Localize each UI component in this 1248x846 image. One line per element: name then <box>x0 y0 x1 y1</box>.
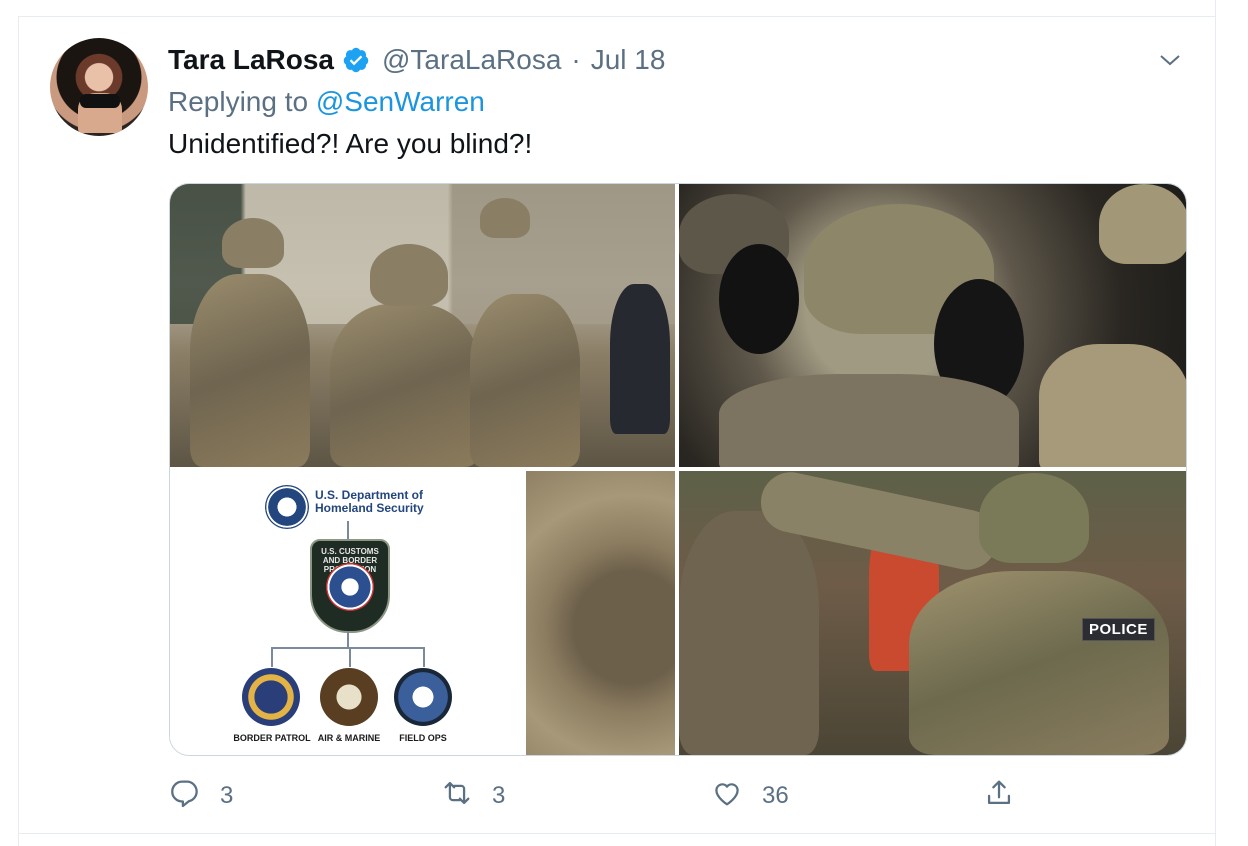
chart-connector <box>347 631 349 647</box>
share-icon <box>982 776 1016 817</box>
tweet-top-border <box>18 16 1216 17</box>
chart-connector <box>271 647 273 667</box>
reply-button[interactable]: 3 <box>168 776 233 816</box>
field-ops-patch-icon <box>394 668 452 726</box>
media-photo-agent-pointing[interactable]: POLICE <box>679 471 1186 755</box>
tweet-date[interactable]: Jul 18 <box>591 44 666 76</box>
photo-figure <box>1039 344 1186 467</box>
photo-figure <box>330 304 480 467</box>
chart-connector <box>271 647 425 649</box>
header-separator: · <box>571 44 581 75</box>
tweet-text: Unidentified?! Are you blind?! <box>168 128 533 159</box>
photo-figure <box>679 511 819 755</box>
like-count: 36 <box>762 782 789 809</box>
author-name[interactable]: Tara LaRosa <box>168 44 334 76</box>
reply-count: 3 <box>220 782 234 809</box>
avatar[interactable] <box>50 38 148 136</box>
retweet-button[interactable]: 3 <box>440 776 505 816</box>
photo-gas-mask <box>719 244 799 354</box>
border-patrol-patch-icon <box>242 668 300 726</box>
replying-prefix: Replying to <box>168 86 309 117</box>
component-label: BORDER PATROL <box>233 733 311 743</box>
heart-icon <box>710 776 744 817</box>
chart-connector <box>423 647 425 667</box>
replying-to-line: Replying to @SenWarren <box>168 86 485 118</box>
photo-figure <box>909 571 1169 755</box>
retweet-icon <box>440 776 474 817</box>
retweet-count: 3 <box>492 782 506 809</box>
cbp-seal-icon <box>326 563 374 611</box>
photo-helmet <box>1099 184 1186 264</box>
media-grid[interactable]: U.S. Department of Homeland Security U.S… <box>169 183 1187 756</box>
like-button[interactable]: 36 <box>710 776 789 816</box>
tweet-bottom-border <box>18 833 1216 834</box>
timeline-left-border <box>18 16 19 846</box>
chevron-down-icon[interactable] <box>1158 48 1182 72</box>
air-marine-patch-icon <box>320 668 378 726</box>
chart-connector <box>349 647 351 667</box>
photo-figure <box>190 274 310 467</box>
patch-closeup-photo <box>526 471 675 755</box>
tweet-header: Tara LaRosa @TaraLaRosa · Jul 18 <box>168 42 665 78</box>
photo-figure <box>719 374 1019 467</box>
photo-helmet <box>480 198 530 238</box>
media-photo-gas-masks[interactable] <box>679 184 1186 467</box>
timeline-right-border <box>1215 0 1216 846</box>
dhs-seal-icon <box>265 485 309 529</box>
media-photo-agents-lobby[interactable] <box>170 184 675 467</box>
avatar-clothing <box>80 94 120 108</box>
photo-figure <box>610 284 670 434</box>
media-dhs-org-chart[interactable]: U.S. Department of Homeland Security U.S… <box>170 471 675 755</box>
share-button[interactable] <box>982 776 1016 816</box>
component-label: AIR & MARINE <box>317 733 381 743</box>
tweet-actions: 3 3 36 <box>0 776 1248 816</box>
police-patch: POLICE <box>1082 618 1155 641</box>
reply-icon <box>168 776 202 817</box>
chart-connector <box>347 521 349 539</box>
photo-helmet <box>370 244 448 306</box>
photo-helmet <box>979 473 1089 563</box>
verified-badge-icon <box>342 46 370 74</box>
replying-to-mention[interactable]: @SenWarren <box>316 86 485 117</box>
photo-figure <box>470 294 580 467</box>
author-handle[interactable]: @TaraLaRosa <box>382 44 561 76</box>
component-label: FIELD OPS <box>399 733 447 743</box>
photo-helmet <box>222 218 284 268</box>
cbp-badge: U.S. CUSTOMS AND BORDER PROTECTION <box>310 539 390 633</box>
dhs-title: U.S. Department of Homeland Security <box>315 488 424 515</box>
